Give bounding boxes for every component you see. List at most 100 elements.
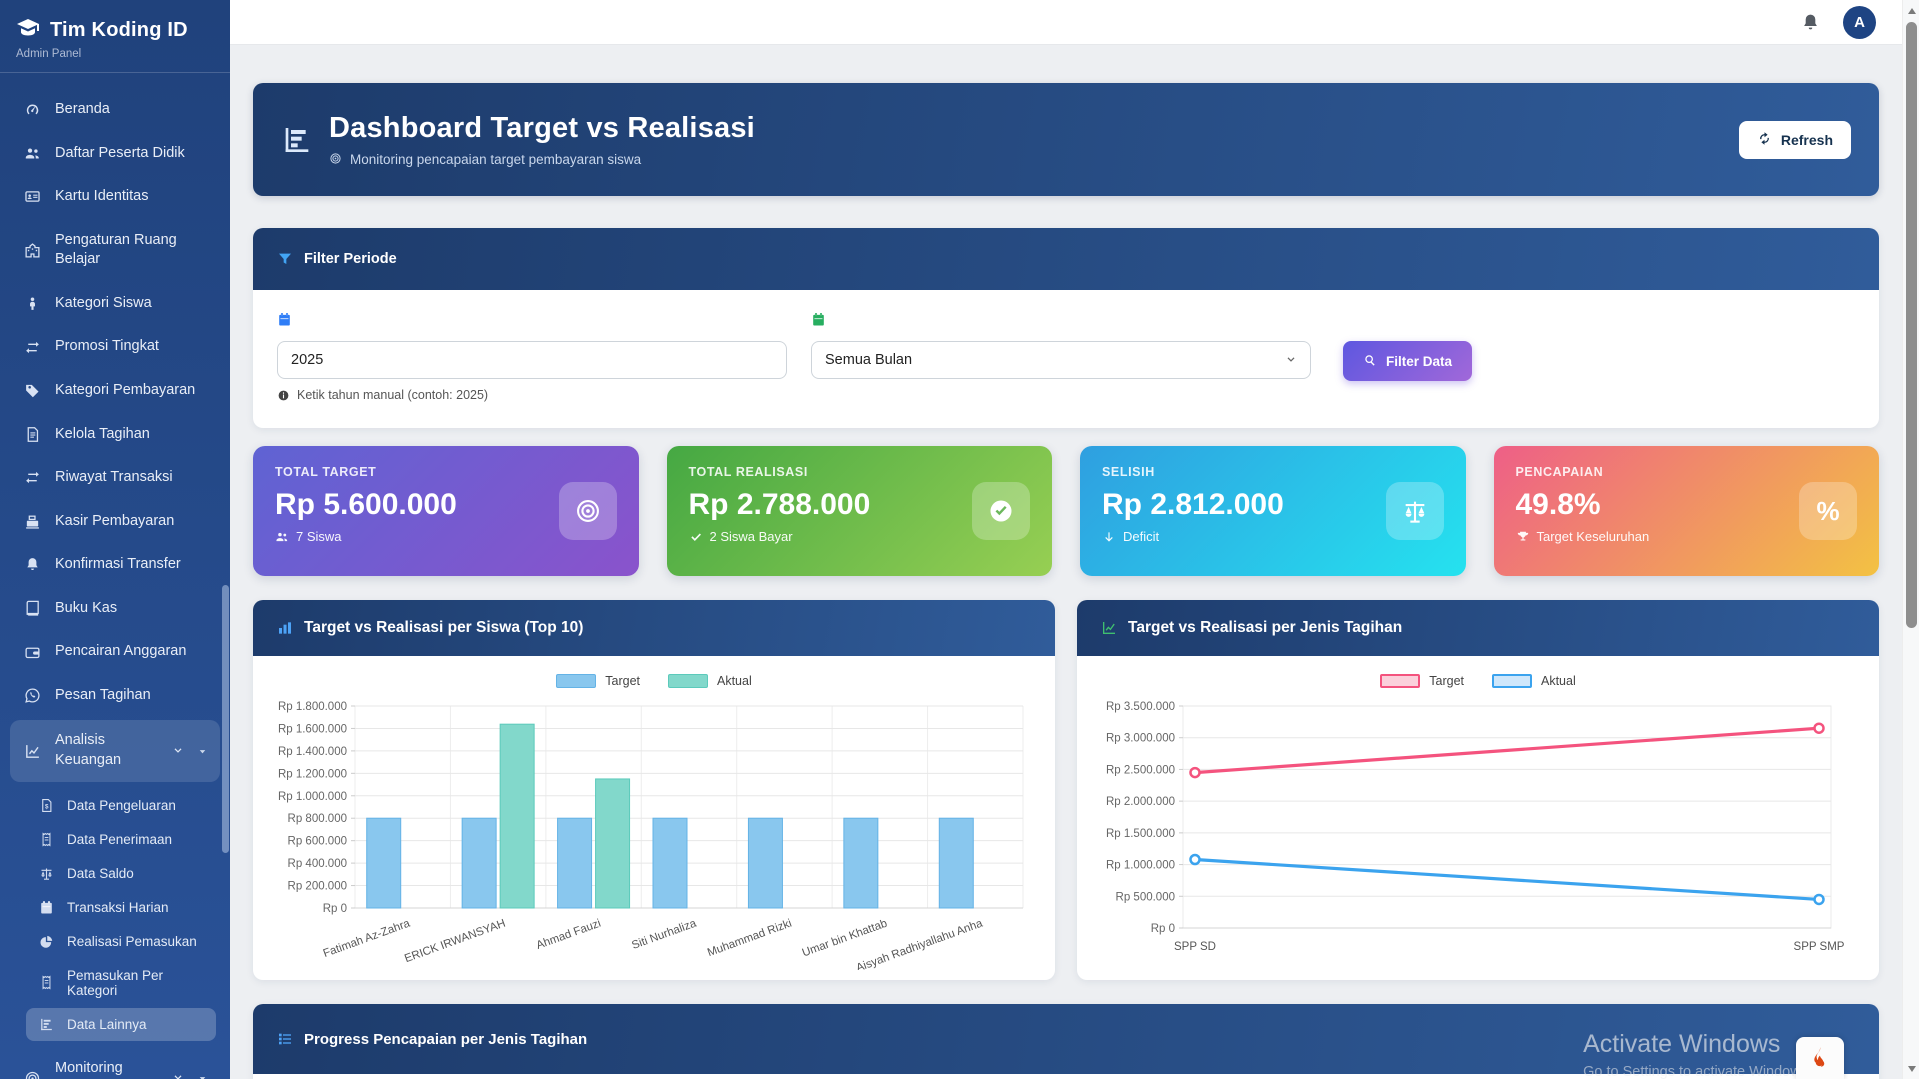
cash-register-icon	[22, 513, 42, 530]
sidebar-subitem-realisasi-pemasukan[interactable]: Realisasi Pemasukan	[26, 925, 216, 958]
brand-subtitle: Admin Panel	[16, 48, 214, 60]
sidebar-item-monitoring-target[interactable]: Monitoring Target	[10, 1048, 220, 1079]
id-card-icon	[22, 188, 42, 205]
svg-text:Rp 2.500.000: Rp 2.500.000	[1106, 764, 1175, 776]
refresh-button[interactable]: Refresh	[1739, 121, 1851, 159]
stat-label: PENCAPAIAN	[1516, 465, 1858, 479]
calendar-icon	[277, 312, 787, 332]
sidebar-item-kategori-pembayaran[interactable]: Kategori Pembayaran	[10, 370, 220, 412]
sidebar-item-beranda[interactable]: Beranda	[10, 89, 220, 131]
svg-text:Rp 0: Rp 0	[323, 903, 347, 915]
filter-data-button[interactable]: Filter Data	[1343, 341, 1472, 381]
sidebar-item-daftar-peserta-didik[interactable]: Daftar Peserta Didik	[10, 133, 220, 175]
sidebar-item-label: Kategori Pembayaran	[55, 381, 195, 401]
notification-bell-icon[interactable]	[1800, 12, 1821, 33]
legend-item-target[interactable]: Target	[556, 674, 640, 688]
sidebar-subitem-data-pengeluaran[interactable]: $Data Pengeluaran	[26, 789, 216, 822]
sidebar-scrollbar-thumb[interactable]	[222, 585, 229, 853]
sidebar-item-kategori-siswa[interactable]: Kategori Siswa	[10, 283, 220, 325]
bullseye-icon	[329, 152, 342, 168]
year-hint: Ketik tahun manual (contoh: 2025)	[297, 388, 488, 402]
sidebar-group-analisis-keuangan: Analisis Keuangan	[10, 720, 220, 781]
legend-item-aktual[interactable]: Aktual	[1492, 674, 1576, 688]
month-select-value: Semua Bulan	[825, 352, 912, 368]
sidebar-item-konfirmasi-transfer[interactable]: Konfirmasi Transfer	[10, 544, 220, 586]
svg-text:$: $	[45, 803, 49, 810]
page-subtitle: Monitoring pencapaian target pembayaran …	[350, 152, 641, 167]
stat-card-pencapaian: PENCAPAIAN49.8%Target Keseluruhan%	[1494, 446, 1880, 576]
sidebar-subitem-label: Data Saldo	[67, 866, 134, 881]
sidebar-item-label: Promosi Tingkat	[55, 337, 159, 357]
legend-label: Aktual	[1541, 674, 1576, 688]
sidebar-item-kasir-pembayaran[interactable]: Kasir Pembayaran	[10, 501, 220, 543]
stat-label: SELISIH	[1102, 465, 1444, 479]
line-chart: Rp 0Rp 500.000Rp 1.000.000Rp 1.500.000Rp…	[1091, 694, 1865, 970]
bullseye-icon	[22, 1070, 42, 1079]
svg-text:Rp 1.000.000: Rp 1.000.000	[278, 791, 347, 803]
stat-sub-label: 2 Siswa Bayar	[710, 529, 793, 544]
svg-text:Rp 1.400.000: Rp 1.400.000	[278, 746, 347, 758]
flame-icon	[1807, 1045, 1833, 1071]
legend-swatch	[556, 674, 596, 688]
sidebar-nav: Beranda Daftar Peserta Didik Kartu Identit…	[0, 73, 230, 1079]
sidebar-subitem-data-saldo[interactable]: Data Saldo	[26, 857, 216, 890]
debug-toolbar-toggle[interactable]	[1796, 1037, 1844, 1079]
bullseye-icon	[559, 482, 617, 540]
sidebar-subitem-data-penerimaan[interactable]: Data Penerimaan	[26, 823, 216, 856]
progress-rows: SPP SD44.5%SPP SMP14.3%	[253, 1074, 1879, 1079]
tags-icon	[22, 382, 42, 399]
legend-swatch	[668, 674, 708, 688]
svg-text:Rp 2.000.000: Rp 2.000.000	[1106, 796, 1175, 808]
legend-item-aktual[interactable]: Aktual	[668, 674, 752, 688]
sidebar-item-label: Pesan Tagihan	[55, 686, 151, 706]
legend-item-target[interactable]: Target	[1380, 674, 1464, 688]
tasks-icon	[277, 1031, 293, 1047]
stat-sub-label: Deficit	[1123, 529, 1159, 544]
svg-text:Rp 400.000: Rp 400.000	[288, 858, 347, 870]
sidebar-item-analisis-keuangan[interactable]: Analisis Keuangan	[10, 720, 220, 781]
sidebar-item-pengaturan-ruang-belajar[interactable]: Pengaturan Ruang Belajar	[10, 220, 220, 281]
users-icon	[275, 530, 289, 544]
receipt-icon	[38, 975, 55, 990]
scrollbar-down-arrow[interactable]	[1903, 1060, 1919, 1077]
sidebar-item-pencairan-anggaran[interactable]: Pencairan Anggaran	[10, 631, 220, 673]
bar-chart-title: Target vs Realisasi per Siswa (Top 10)	[304, 619, 583, 637]
trophy-icon	[1516, 530, 1530, 544]
svg-text:SPP SD: SPP SD	[1174, 941, 1216, 953]
svg-text:Rp 0: Rp 0	[1151, 923, 1175, 935]
users-icon	[22, 145, 42, 162]
info-icon	[277, 389, 290, 402]
month-select[interactable]: Semua Bulan	[811, 341, 1311, 379]
svg-text:Rp 1.500.000: Rp 1.500.000	[1106, 828, 1175, 840]
page-scrollbar[interactable]	[1902, 0, 1919, 1079]
chart-line-icon	[22, 743, 42, 760]
chart-line-icon	[1101, 620, 1117, 636]
stat-sub-label: Target Keseluruhan	[1537, 529, 1650, 544]
sidebar-subitem-pemasukan-per-kategori[interactable]: Pemasukan Per Kategori	[26, 959, 216, 1007]
refresh-label: Refresh	[1781, 132, 1833, 148]
sidebar-item-buku-kas[interactable]: Buku Kas	[10, 588, 220, 630]
sidebar-item-promosi-tingkat[interactable]: Promosi Tingkat	[10, 326, 220, 368]
sidebar-subitem-data-lainnya[interactable]: Data Lainnya	[26, 1008, 216, 1041]
filter-title: Filter Periode	[304, 251, 397, 267]
avatar[interactable]: A	[1843, 6, 1876, 39]
scrollbar-up-arrow[interactable]	[1903, 2, 1919, 19]
sidebar-item-kartu-identitas[interactable]: Kartu Identitas	[10, 176, 220, 218]
stat-cards-row: TOTAL TARGETRp 5.600.0007 SiswaTOTAL REA…	[253, 446, 1879, 576]
sidebar-item-pesan-tagihan[interactable]: Pesan Tagihan	[10, 675, 220, 717]
sidebar-item-label: Pengaturan Ruang Belajar	[55, 231, 208, 270]
sidebar-item-label: Pencairan Anggaran	[55, 642, 186, 662]
stat-card-total-realisasi: TOTAL REALISASIRp 2.788.0002 Siswa Bayar	[667, 446, 1053, 576]
svg-text:Rp 1.800.000: Rp 1.800.000	[278, 701, 347, 713]
sidebar-item-label: Daftar Peserta Didik	[55, 144, 185, 164]
legend-label: Aktual	[717, 674, 752, 688]
sidebar-item-kelola-tagihan[interactable]: Kelola Tagihan	[10, 414, 220, 456]
legend-swatch	[1492, 674, 1532, 688]
year-input[interactable]	[277, 341, 787, 379]
svg-text:Rp 3.000.000: Rp 3.000.000	[1106, 733, 1175, 745]
sidebar-item-riwayat-transaksi[interactable]: Riwayat Transaksi	[10, 457, 220, 499]
scrollbar-thumb[interactable]	[1906, 22, 1917, 628]
sidebar-subitem-transaksi-harian[interactable]: Transaksi Harian	[26, 891, 216, 924]
line-chart-legend: Target Aktual	[1091, 668, 1865, 694]
invoice-icon	[22, 426, 42, 443]
